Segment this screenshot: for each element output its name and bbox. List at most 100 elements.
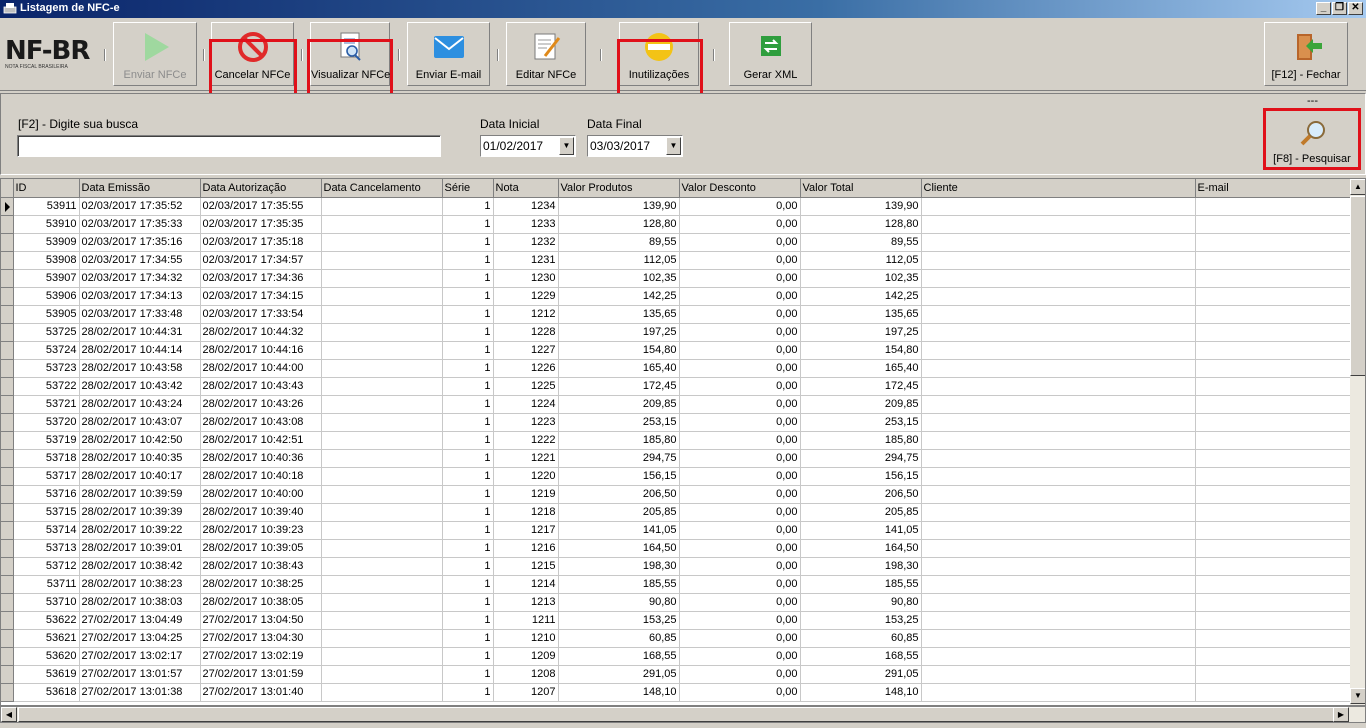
send-nfce-button[interactable]: Enviar NFCe bbox=[113, 22, 197, 86]
send-email-button[interactable]: Enviar E-mail bbox=[407, 22, 490, 86]
column-header-id[interactable]: ID bbox=[13, 179, 80, 198]
row-indicator[interactable] bbox=[1, 575, 14, 594]
table-row[interactable]: 53717 28/02/2017 10:40:17 28/02/2017 10:40… bbox=[1, 467, 1351, 486]
row-indicator[interactable] bbox=[1, 647, 14, 666]
row-indicator[interactable] bbox=[1, 467, 14, 486]
table-row[interactable]: 53724 28/02/2017 10:44:14 28/02/2017 10:44… bbox=[1, 341, 1351, 360]
row-indicator[interactable] bbox=[1, 251, 14, 270]
row-indicator[interactable] bbox=[1, 287, 14, 306]
dropdown-arrow-icon[interactable]: ▼ bbox=[559, 137, 574, 155]
row-indicator[interactable] bbox=[1, 413, 14, 432]
row-indicator[interactable] bbox=[1, 503, 14, 522]
column-header-cliente[interactable]: Cliente bbox=[921, 179, 1196, 198]
table-row[interactable]: 53710 28/02/2017 10:38:03 28/02/2017 10:38… bbox=[1, 593, 1351, 612]
table-row[interactable]: 53907 02/03/2017 17:34:32 02/03/2017 17:34… bbox=[1, 269, 1351, 288]
table-row[interactable]: 53711 28/02/2017 10:38:23 28/02/2017 10:38… bbox=[1, 575, 1351, 594]
generate-xml-button[interactable]: Gerar XML bbox=[729, 22, 812, 86]
date-initial-picker[interactable]: 01/02/2017 ▼ bbox=[480, 135, 576, 157]
cell-data-emissao: 28/02/2017 10:44:31 bbox=[79, 323, 201, 342]
column-header-data-emissao[interactable]: Data Emissão bbox=[79, 179, 201, 198]
cell-cliente bbox=[921, 665, 1196, 684]
close-form-button[interactable]: [F12] - Fechar bbox=[1264, 22, 1348, 86]
search-input[interactable] bbox=[17, 135, 441, 157]
cell-serie: 1 bbox=[442, 665, 494, 684]
minimize-button[interactable]: _ bbox=[1316, 2, 1331, 15]
row-indicator[interactable] bbox=[1, 629, 14, 648]
row-indicator[interactable] bbox=[1, 395, 14, 414]
h-scroll-thumb[interactable] bbox=[18, 707, 1334, 722]
scroll-thumb[interactable] bbox=[1350, 196, 1365, 376]
table-row[interactable]: 53621 27/02/2017 13:04:25 27/02/2017 13:04… bbox=[1, 629, 1351, 648]
dropdown-arrow-icon[interactable]: ▼ bbox=[666, 137, 681, 155]
table-row[interactable]: 53910 02/03/2017 17:35:33 02/03/2017 17:35… bbox=[1, 215, 1351, 234]
scroll-down-icon[interactable]: ▼ bbox=[1350, 688, 1365, 704]
column-header-serie[interactable]: Série bbox=[442, 179, 494, 198]
table-row[interactable]: 53712 28/02/2017 10:38:42 28/02/2017 10:38… bbox=[1, 557, 1351, 576]
row-indicator[interactable] bbox=[1, 305, 14, 324]
column-header-valor-total[interactable]: Valor Total bbox=[800, 179, 922, 198]
table-row[interactable]: 53618 27/02/2017 13:01:38 27/02/2017 13:01… bbox=[1, 683, 1351, 702]
row-indicator[interactable] bbox=[1, 359, 14, 378]
table-row[interactable]: 53906 02/03/2017 17:34:13 02/03/2017 17:34… bbox=[1, 287, 1351, 306]
row-indicator[interactable] bbox=[1, 683, 14, 702]
horizontal-scrollbar[interactable]: ◀ ▶ bbox=[0, 706, 1366, 723]
vertical-scrollbar[interactable]: ▲ ▼ bbox=[1350, 179, 1365, 705]
table-row[interactable]: 53720 28/02/2017 10:43:07 28/02/2017 10:43… bbox=[1, 413, 1351, 432]
row-indicator[interactable] bbox=[1, 233, 14, 252]
row-indicator[interactable] bbox=[1, 377, 14, 396]
column-header-data-cancelamento[interactable]: Data Cancelamento bbox=[321, 179, 443, 198]
cell-valor-desconto: 0,00 bbox=[679, 449, 801, 468]
date-final-picker[interactable]: 03/03/2017 ▼ bbox=[587, 135, 683, 157]
row-indicator[interactable] bbox=[1, 611, 14, 630]
column-header-email[interactable]: E-mail bbox=[1195, 179, 1351, 198]
row-indicator[interactable] bbox=[1, 197, 14, 216]
cell-id: 53724 bbox=[13, 341, 80, 360]
scroll-up-icon[interactable]: ▲ bbox=[1350, 179, 1365, 195]
row-indicator[interactable] bbox=[1, 431, 14, 450]
cell-valor-desconto: 0,00 bbox=[679, 197, 801, 216]
table-row[interactable]: 53620 27/02/2017 13:02:17 27/02/2017 13:02… bbox=[1, 647, 1351, 666]
row-indicator[interactable] bbox=[1, 557, 14, 576]
row-indicator[interactable] bbox=[1, 269, 14, 288]
column-header-valor-produtos[interactable]: Valor Produtos bbox=[558, 179, 680, 198]
table-row[interactable]: 53716 28/02/2017 10:39:59 28/02/2017 10:40… bbox=[1, 485, 1351, 504]
row-indicator[interactable] bbox=[1, 341, 14, 360]
scroll-right-icon[interactable]: ▶ bbox=[1333, 707, 1349, 722]
table-row[interactable]: 53905 02/03/2017 17:33:48 02/03/2017 17:33… bbox=[1, 305, 1351, 324]
table-row[interactable]: 53713 28/02/2017 10:39:01 28/02/2017 10:39… bbox=[1, 539, 1351, 558]
column-header-data-autorizacao[interactable]: Data Autorização bbox=[200, 179, 322, 198]
row-indicator[interactable] bbox=[1, 323, 14, 342]
table-row[interactable]: 53911 02/03/2017 17:35:52 02/03/2017 17:35… bbox=[1, 197, 1351, 216]
cell-valor-total: 185,80 bbox=[800, 431, 922, 450]
cell-cliente bbox=[921, 323, 1196, 342]
nfce-grid[interactable]: ID Data Emissão Data Autorização Data Cance… bbox=[0, 178, 1366, 706]
row-indicator[interactable] bbox=[1, 215, 14, 234]
row-indicator[interactable] bbox=[1, 521, 14, 540]
cell-valor-desconto: 0,00 bbox=[679, 521, 801, 540]
row-indicator[interactable] bbox=[1, 449, 14, 468]
table-row[interactable]: 53909 02/03/2017 17:35:16 02/03/2017 17:35… bbox=[1, 233, 1351, 252]
table-row[interactable]: 53721 28/02/2017 10:43:24 28/02/2017 10:43… bbox=[1, 395, 1351, 414]
table-row[interactable]: 53719 28/02/2017 10:42:50 28/02/2017 10:42… bbox=[1, 431, 1351, 450]
table-row[interactable]: 53908 02/03/2017 17:34:55 02/03/2017 17:34… bbox=[1, 251, 1351, 270]
row-indicator[interactable] bbox=[1, 539, 14, 558]
cell-id: 53711 bbox=[13, 575, 80, 594]
table-row[interactable]: 53622 27/02/2017 13:04:49 27/02/2017 13:04… bbox=[1, 611, 1351, 630]
column-header-nota[interactable]: Nota bbox=[493, 179, 559, 198]
table-row[interactable]: 53722 28/02/2017 10:43:42 28/02/2017 10:43… bbox=[1, 377, 1351, 396]
scroll-left-icon[interactable]: ◀ bbox=[1, 707, 17, 722]
row-indicator[interactable] bbox=[1, 593, 14, 612]
cell-data-autorizacao: 27/02/2017 13:01:59 bbox=[200, 665, 322, 684]
column-header-valor-desconto[interactable]: Valor Desconto bbox=[679, 179, 801, 198]
edit-nfce-button[interactable]: Editar NFCe bbox=[506, 22, 586, 86]
row-indicator[interactable] bbox=[1, 485, 14, 504]
table-row[interactable]: 53714 28/02/2017 10:39:22 28/02/2017 10:39… bbox=[1, 521, 1351, 540]
table-row[interactable]: 53723 28/02/2017 10:43:58 28/02/2017 10:44… bbox=[1, 359, 1351, 378]
row-indicator[interactable] bbox=[1, 665, 14, 684]
close-button[interactable]: ✕ bbox=[1348, 2, 1363, 15]
table-row[interactable]: 53619 27/02/2017 13:01:57 27/02/2017 13:01… bbox=[1, 665, 1351, 684]
restore-button[interactable]: ❐ bbox=[1332, 2, 1347, 15]
table-row[interactable]: 53725 28/02/2017 10:44:31 28/02/2017 10:44… bbox=[1, 323, 1351, 342]
table-row[interactable]: 53715 28/02/2017 10:39:39 28/02/2017 10:39… bbox=[1, 503, 1351, 522]
table-row[interactable]: 53718 28/02/2017 10:40:35 28/02/2017 10:40… bbox=[1, 449, 1351, 468]
